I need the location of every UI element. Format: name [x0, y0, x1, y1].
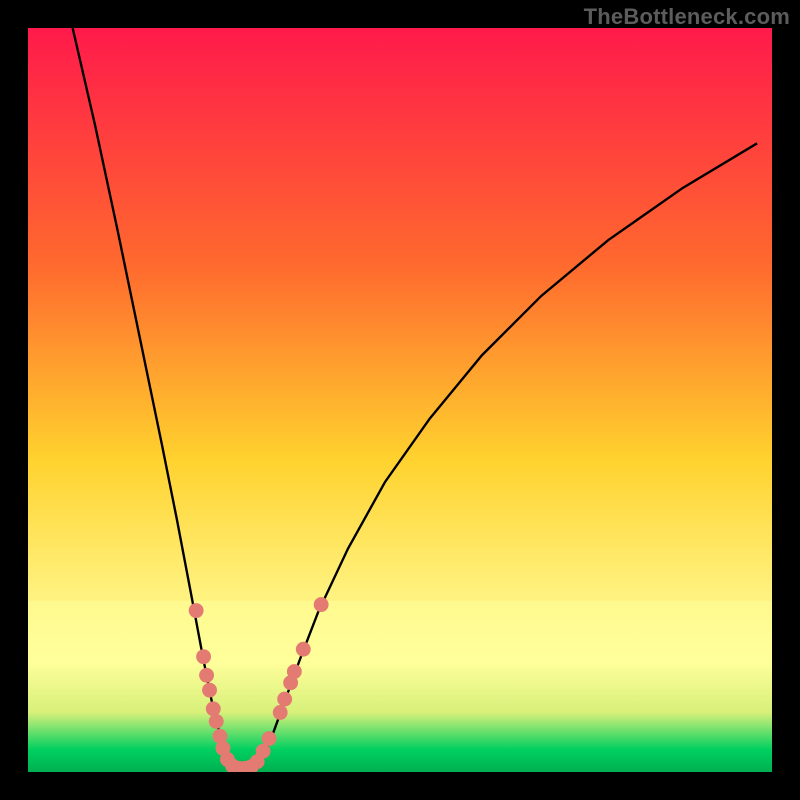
- data-dot: [206, 701, 221, 716]
- data-dot: [256, 744, 271, 759]
- data-dot: [209, 714, 224, 729]
- data-dot: [273, 705, 288, 720]
- data-dot: [202, 683, 217, 698]
- highlight-band: [28, 601, 772, 668]
- data-dot: [287, 664, 302, 679]
- data-dot: [199, 668, 214, 683]
- data-dot: [189, 603, 204, 618]
- data-dot: [296, 642, 311, 657]
- watermark-text: TheBottleneck.com: [584, 4, 790, 30]
- data-dot: [196, 649, 211, 664]
- data-dot: [262, 731, 277, 746]
- data-dot: [277, 692, 292, 707]
- bottleneck-chart: [28, 28, 772, 772]
- data-dot: [314, 597, 329, 612]
- chart-container: TheBottleneck.com: [0, 0, 800, 800]
